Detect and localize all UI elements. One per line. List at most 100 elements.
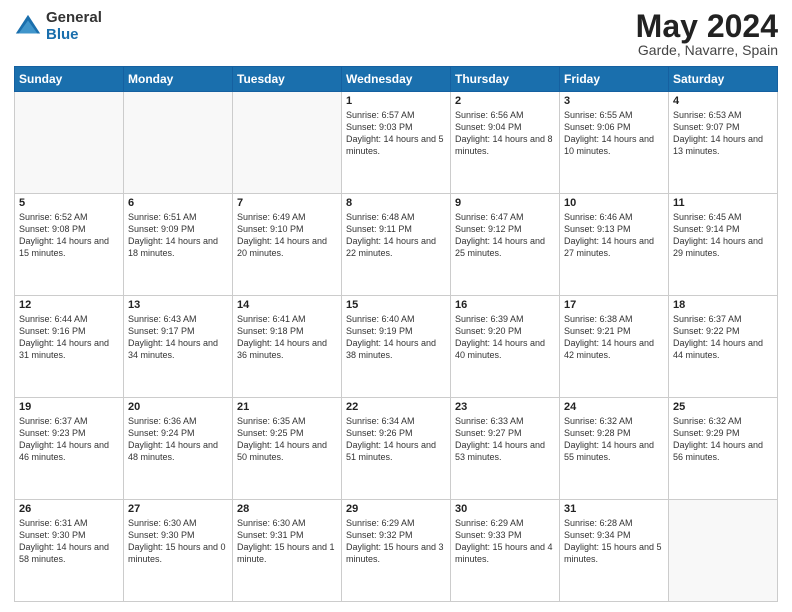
cell-sunrise: Sunrise: 6:46 AM xyxy=(564,212,633,222)
cell-sunrise: Sunrise: 6:32 AM xyxy=(673,416,742,426)
day-number: 30 xyxy=(455,503,555,515)
cell-sunset: Sunset: 9:28 PM xyxy=(564,428,631,438)
day-number: 17 xyxy=(564,299,664,311)
day-number: 18 xyxy=(673,299,773,311)
day-number: 2 xyxy=(455,95,555,107)
cell-sunrise: Sunrise: 6:28 AM xyxy=(564,518,633,528)
logo-icon xyxy=(14,13,42,41)
day-number: 6 xyxy=(128,197,228,209)
cell-daylight: Daylight: 14 hours and 44 minutes. xyxy=(673,338,763,360)
cell-sunset: Sunset: 9:33 PM xyxy=(455,530,522,540)
cell-sunrise: Sunrise: 6:29 AM xyxy=(455,518,524,528)
table-row: 15 Sunrise: 6:40 AM Sunset: 9:19 PM Dayl… xyxy=(342,296,451,398)
calendar-week-row: 12 Sunrise: 6:44 AM Sunset: 9:16 PM Dayl… xyxy=(15,296,778,398)
cell-sunset: Sunset: 9:20 PM xyxy=(455,326,522,336)
cell-daylight: Daylight: 14 hours and 31 minutes. xyxy=(19,338,109,360)
cell-sunrise: Sunrise: 6:31 AM xyxy=(19,518,88,528)
cell-daylight: Daylight: 14 hours and 40 minutes. xyxy=(455,338,545,360)
day-number: 13 xyxy=(128,299,228,311)
table-row: 28 Sunrise: 6:30 AM Sunset: 9:31 PM Dayl… xyxy=(233,500,342,602)
cell-sunset: Sunset: 9:09 PM xyxy=(128,224,195,234)
table-row: 9 Sunrise: 6:47 AM Sunset: 9:12 PM Dayli… xyxy=(451,194,560,296)
cell-sunrise: Sunrise: 6:39 AM xyxy=(455,314,524,324)
cell-sunset: Sunset: 9:22 PM xyxy=(673,326,740,336)
cell-sunset: Sunset: 9:11 PM xyxy=(346,224,412,234)
calendar-header-row: Sunday Monday Tuesday Wednesday Thursday… xyxy=(15,67,778,92)
table-row: 18 Sunrise: 6:37 AM Sunset: 9:22 PM Dayl… xyxy=(669,296,778,398)
table-row: 12 Sunrise: 6:44 AM Sunset: 9:16 PM Dayl… xyxy=(15,296,124,398)
day-number: 10 xyxy=(564,197,664,209)
day-number: 12 xyxy=(19,299,119,311)
table-row: 26 Sunrise: 6:31 AM Sunset: 9:30 PM Dayl… xyxy=(15,500,124,602)
table-row xyxy=(15,92,124,194)
day-number: 5 xyxy=(19,197,119,209)
table-row: 29 Sunrise: 6:29 AM Sunset: 9:32 PM Dayl… xyxy=(342,500,451,602)
header: General Blue May 2024 Garde, Navarre, Sp… xyxy=(14,10,778,58)
day-number: 4 xyxy=(673,95,773,107)
cell-daylight: Daylight: 14 hours and 53 minutes. xyxy=(455,440,545,462)
logo-general-text: General xyxy=(46,10,102,27)
day-number: 3 xyxy=(564,95,664,107)
table-row: 17 Sunrise: 6:38 AM Sunset: 9:21 PM Dayl… xyxy=(560,296,669,398)
table-row: 30 Sunrise: 6:29 AM Sunset: 9:33 PM Dayl… xyxy=(451,500,560,602)
cell-daylight: Daylight: 14 hours and 51 minutes. xyxy=(346,440,436,462)
cell-daylight: Daylight: 14 hours and 36 minutes. xyxy=(237,338,327,360)
calendar-table: Sunday Monday Tuesday Wednesday Thursday… xyxy=(14,66,778,602)
calendar-week-row: 5 Sunrise: 6:52 AM Sunset: 9:08 PM Dayli… xyxy=(15,194,778,296)
cell-daylight: Daylight: 15 hours and 3 minutes. xyxy=(346,542,444,564)
cell-daylight: Daylight: 14 hours and 48 minutes. xyxy=(128,440,218,462)
day-number: 21 xyxy=(237,401,337,413)
cell-sunset: Sunset: 9:34 PM xyxy=(564,530,631,540)
table-row: 1 Sunrise: 6:57 AM Sunset: 9:03 PM Dayli… xyxy=(342,92,451,194)
table-row: 2 Sunrise: 6:56 AM Sunset: 9:04 PM Dayli… xyxy=(451,92,560,194)
cell-sunrise: Sunrise: 6:49 AM xyxy=(237,212,306,222)
day-number: 8 xyxy=(346,197,446,209)
logo-blue-text: Blue xyxy=(46,27,102,44)
cell-sunset: Sunset: 9:23 PM xyxy=(19,428,86,438)
cell-daylight: Daylight: 14 hours and 22 minutes. xyxy=(346,236,436,258)
cell-daylight: Daylight: 14 hours and 29 minutes. xyxy=(673,236,763,258)
cell-sunset: Sunset: 9:32 PM xyxy=(346,530,413,540)
table-row xyxy=(233,92,342,194)
cell-sunrise: Sunrise: 6:40 AM xyxy=(346,314,415,324)
col-saturday: Saturday xyxy=(669,67,778,92)
cell-sunset: Sunset: 9:21 PM xyxy=(564,326,631,336)
day-number: 1 xyxy=(346,95,446,107)
cell-daylight: Daylight: 14 hours and 38 minutes. xyxy=(346,338,436,360)
table-row: 4 Sunrise: 6:53 AM Sunset: 9:07 PM Dayli… xyxy=(669,92,778,194)
table-row: 11 Sunrise: 6:45 AM Sunset: 9:14 PM Dayl… xyxy=(669,194,778,296)
table-row: 25 Sunrise: 6:32 AM Sunset: 9:29 PM Dayl… xyxy=(669,398,778,500)
cell-sunset: Sunset: 9:27 PM xyxy=(455,428,522,438)
col-wednesday: Wednesday xyxy=(342,67,451,92)
logo-text: General Blue xyxy=(46,10,102,43)
cell-sunrise: Sunrise: 6:33 AM xyxy=(455,416,524,426)
cell-daylight: Daylight: 14 hours and 58 minutes. xyxy=(19,542,109,564)
day-number: 25 xyxy=(673,401,773,413)
title-block: May 2024 Garde, Navarre, Spain xyxy=(636,10,778,58)
logo: General Blue xyxy=(14,10,102,43)
cell-sunset: Sunset: 9:03 PM xyxy=(346,122,413,132)
cell-sunrise: Sunrise: 6:29 AM xyxy=(346,518,415,528)
cell-sunrise: Sunrise: 6:52 AM xyxy=(19,212,88,222)
cell-sunset: Sunset: 9:30 PM xyxy=(128,530,195,540)
table-row: 22 Sunrise: 6:34 AM Sunset: 9:26 PM Dayl… xyxy=(342,398,451,500)
cell-sunrise: Sunrise: 6:56 AM xyxy=(455,110,524,120)
calendar-week-row: 1 Sunrise: 6:57 AM Sunset: 9:03 PM Dayli… xyxy=(15,92,778,194)
cell-sunrise: Sunrise: 6:38 AM xyxy=(564,314,633,324)
table-row: 13 Sunrise: 6:43 AM Sunset: 9:17 PM Dayl… xyxy=(124,296,233,398)
cell-sunrise: Sunrise: 6:53 AM xyxy=(673,110,742,120)
cell-daylight: Daylight: 14 hours and 20 minutes. xyxy=(237,236,327,258)
table-row xyxy=(669,500,778,602)
cell-sunset: Sunset: 9:10 PM xyxy=(237,224,304,234)
cell-sunrise: Sunrise: 6:43 AM xyxy=(128,314,197,324)
title-location: Garde, Navarre, Spain xyxy=(636,42,778,58)
cell-daylight: Daylight: 14 hours and 10 minutes. xyxy=(564,134,654,156)
cell-daylight: Daylight: 14 hours and 46 minutes. xyxy=(19,440,109,462)
cell-sunrise: Sunrise: 6:57 AM xyxy=(346,110,415,120)
table-row: 8 Sunrise: 6:48 AM Sunset: 9:11 PM Dayli… xyxy=(342,194,451,296)
day-number: 31 xyxy=(564,503,664,515)
col-sunday: Sunday xyxy=(15,67,124,92)
cell-sunset: Sunset: 9:25 PM xyxy=(237,428,304,438)
table-row: 19 Sunrise: 6:37 AM Sunset: 9:23 PM Dayl… xyxy=(15,398,124,500)
cell-sunrise: Sunrise: 6:41 AM xyxy=(237,314,306,324)
